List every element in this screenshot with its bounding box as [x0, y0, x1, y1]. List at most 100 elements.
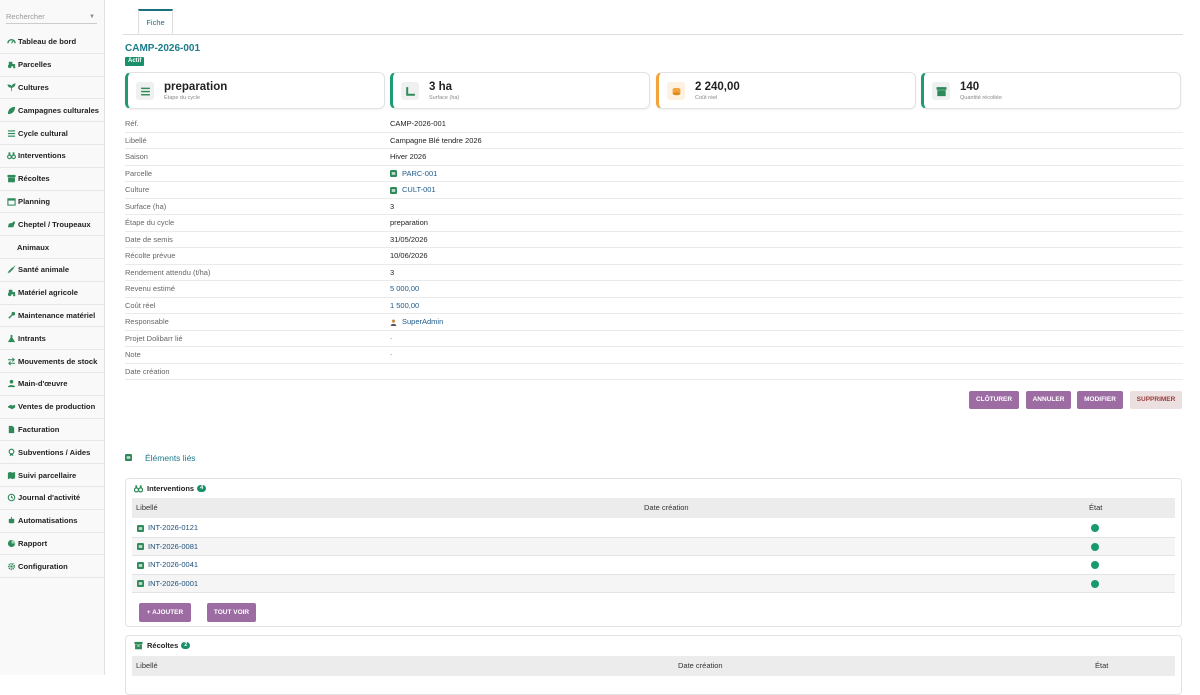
- field-value[interactable]: PARC-001: [390, 166, 437, 182]
- field-value: 10/06/2026: [390, 248, 428, 264]
- field-value[interactable]: SuperAdmin: [390, 314, 443, 330]
- sidebar-item[interactable]: Planning: [0, 191, 104, 214]
- kpi-value: 2 240,00: [695, 81, 740, 93]
- column-header-date[interactable]: Date création: [678, 656, 723, 676]
- record-icon: [390, 170, 397, 177]
- handshake-icon: [7, 404, 16, 410]
- tractor-icon: [7, 289, 16, 297]
- field-row: Récolte prévue 10/06/2026: [125, 248, 1183, 265]
- sidebar-item[interactable]: Suivi parcellaire: [0, 464, 104, 487]
- delete-button[interactable]: SUPPRIMER: [1130, 391, 1182, 409]
- field-value: 3: [390, 199, 394, 215]
- sidebar-item[interactable]: Cultures: [0, 77, 104, 100]
- column-header-state[interactable]: État: [1095, 656, 1108, 676]
- sidebar-item[interactable]: Facturation: [0, 419, 104, 442]
- field-label: Culture: [125, 185, 150, 194]
- sidebar-item[interactable]: Mouvements de stock: [0, 350, 104, 373]
- sidebar-item[interactable]: Rapport: [0, 533, 104, 556]
- binoculars-icon: [7, 152, 16, 160]
- field-row: Saison Hiver 2026: [125, 149, 1183, 166]
- sidebar-item[interactable]: Subventions / Aides: [0, 441, 104, 465]
- sidebar-item-label: Campagnes culturales: [18, 105, 100, 115]
- cancel-button[interactable]: ANNULER: [1026, 391, 1071, 409]
- binoculars-icon: [134, 485, 143, 493]
- field-table: Réf. CAMP-2026-001 Libellé Campagne Blé ten…: [125, 116, 1183, 380]
- ruler-icon: [405, 86, 415, 96]
- sidebar-item[interactable]: Tableau de bord: [0, 31, 104, 54]
- field-value[interactable]: CULT-001: [390, 182, 436, 198]
- sidebar-item[interactable]: Interventions: [0, 145, 104, 168]
- chevron-down-icon[interactable]: ▼: [89, 10, 95, 24]
- sidebar-item-label: Cultures: [18, 82, 49, 92]
- recoltes-header: Récoltes 2: [134, 641, 191, 650]
- sidebar-item-label: Cycle cultural: [18, 128, 68, 138]
- sidebar-item[interactable]: Journal d'activité: [0, 487, 104, 510]
- seedling-icon: [7, 83, 16, 92]
- intervention-link[interactable]: INT-2026-0121: [137, 519, 198, 537]
- column-header-label[interactable]: Libellé: [136, 498, 158, 518]
- sidebar-item[interactable]: Parcelles: [0, 54, 104, 77]
- field-value: 31/05/2026: [390, 232, 428, 248]
- field-row: Rendement attendu (t/ha) 3: [125, 265, 1183, 281]
- map-icon: [7, 471, 16, 479]
- sidebar-item-label: Rapport: [18, 538, 48, 548]
- field-value: 5 000,00: [390, 281, 419, 297]
- sidebar: Rechercher ▼ Tableau de bord Parcelles Cul…: [0, 0, 105, 675]
- table-row: INT-2026-0121: [132, 519, 1175, 538]
- sidebar-item[interactable]: Maintenance matériel: [0, 305, 104, 328]
- sidebar-item[interactable]: Animaux: [0, 236, 104, 259]
- close-campaign-button[interactable]: CLÔTURER: [969, 391, 1019, 409]
- kpi-card: 140 Quantité récoltée: [921, 72, 1181, 109]
- robot-icon: [8, 517, 15, 524]
- sidebar-item[interactable]: Intrants: [0, 327, 104, 351]
- intervention-ref: INT-2026-0041: [148, 560, 199, 569]
- record-icon: [137, 580, 144, 587]
- kpi-card: 3 ha Surface (ha): [390, 72, 650, 109]
- main-content: Fiche CAMP-2026-001 Actif preparation Éta…: [105, 0, 1200, 695]
- sidebar-item[interactable]: Cheptel / Troupeaux: [0, 213, 104, 237]
- field-value-text: CULT-001: [402, 185, 436, 194]
- sidebar-item[interactable]: Santé animale: [0, 259, 104, 282]
- intervention-ref: INT-2026-0121: [148, 523, 199, 532]
- intervention-link[interactable]: INT-2026-0001: [137, 575, 198, 593]
- column-header-label[interactable]: Libellé: [136, 656, 158, 676]
- sidebar-item[interactable]: Automatisations: [0, 510, 104, 533]
- sidebar-item[interactable]: Ventes de production: [0, 396, 104, 419]
- search-input[interactable]: Rechercher ▼: [6, 10, 97, 24]
- user-icon: [7, 380, 16, 388]
- field-value: Hiver 2026: [390, 149, 426, 165]
- archive-icon: [7, 175, 16, 183]
- sidebar-item-label: Planning: [18, 196, 51, 206]
- kpi-icon-box: [136, 82, 154, 100]
- status-dot: [1091, 579, 1099, 588]
- edit-button[interactable]: MODIFIER: [1077, 391, 1123, 409]
- intervention-ref: INT-2026-0001: [148, 578, 199, 588]
- view-all-button[interactable]: TOUT VOIR: [207, 603, 256, 622]
- sidebar-item[interactable]: Campagnes culturales: [0, 99, 104, 123]
- column-header-state[interactable]: État: [1089, 498, 1102, 518]
- list-icon: [7, 129, 16, 137]
- field-label: Date création: [125, 366, 170, 376]
- sidebar-item[interactable]: Matériel agricole: [0, 282, 104, 305]
- intervention-link[interactable]: INT-2026-0081: [137, 538, 198, 556]
- user-icon: [390, 319, 397, 326]
- sidebar-item-label: Récoltes: [18, 174, 50, 184]
- sidebar-item[interactable]: Configuration: [0, 555, 104, 579]
- sidebar-item[interactable]: Récoltes: [0, 168, 104, 191]
- field-value: Campagne Blé tendre 2026: [390, 133, 482, 149]
- field-value-text: 5 000,00: [390, 284, 420, 293]
- add-intervention-button[interactable]: + AJOUTER: [139, 603, 191, 622]
- status-dot: [1091, 524, 1099, 532]
- field-row: Parcelle PARC-001: [125, 166, 1183, 182]
- column-header-date[interactable]: Date création: [644, 498, 689, 518]
- field-row: Libellé Campagne Blé tendre 2026: [125, 133, 1183, 149]
- field-label: Coût réel: [125, 300, 156, 310]
- kpi-card: preparation Étape du cycle: [125, 72, 385, 109]
- tab-fiche[interactable]: Fiche: [138, 9, 173, 34]
- field-label: Récolte prévue: [125, 251, 176, 260]
- linked-section-title[interactable]: Éléments liés: [145, 453, 196, 463]
- search-placeholder: Rechercher: [6, 12, 45, 21]
- sidebar-item[interactable]: Cycle cultural: [0, 122, 104, 145]
- sidebar-item[interactable]: Main-d'œuvre: [0, 373, 104, 396]
- intervention-link[interactable]: INT-2026-0041: [137, 556, 198, 574]
